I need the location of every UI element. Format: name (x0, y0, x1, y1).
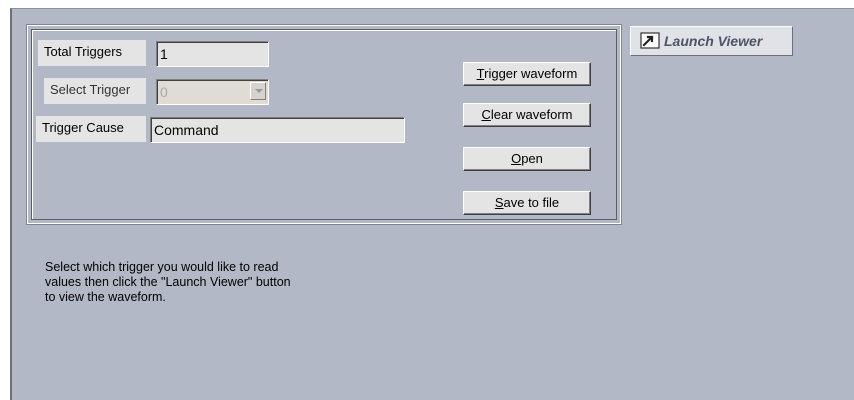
open-button[interactable]: Open (463, 147, 591, 171)
help-text: Select which trigger you would like to r… (45, 260, 291, 304)
launch-arrow-icon (640, 32, 660, 49)
save-to-file-button[interactable]: Save to file (463, 191, 591, 215)
select-trigger-dropdown[interactable]: 0 (156, 79, 269, 105)
select-trigger-value: 0 (160, 84, 168, 100)
chevron-down-icon[interactable] (250, 82, 266, 100)
launch-viewer-button[interactable]: Launch Viewer (630, 26, 793, 56)
trigger-panel: Total Triggers 1 Select Trigger 0 Trigge… (10, 8, 854, 400)
total-triggers-field[interactable]: 1 (156, 41, 269, 67)
trigger-waveform-button[interactable]: Trigger waveform (463, 62, 591, 86)
total-triggers-label: Total Triggers (38, 40, 146, 66)
launch-viewer-label: Launch Viewer (664, 33, 763, 49)
select-trigger-label: Select Trigger (44, 78, 146, 104)
trigger-cause-field[interactable]: Command (150, 117, 405, 143)
trigger-cause-label: Trigger Cause (36, 116, 146, 142)
clear-waveform-button[interactable]: Clear waveform (463, 103, 591, 127)
